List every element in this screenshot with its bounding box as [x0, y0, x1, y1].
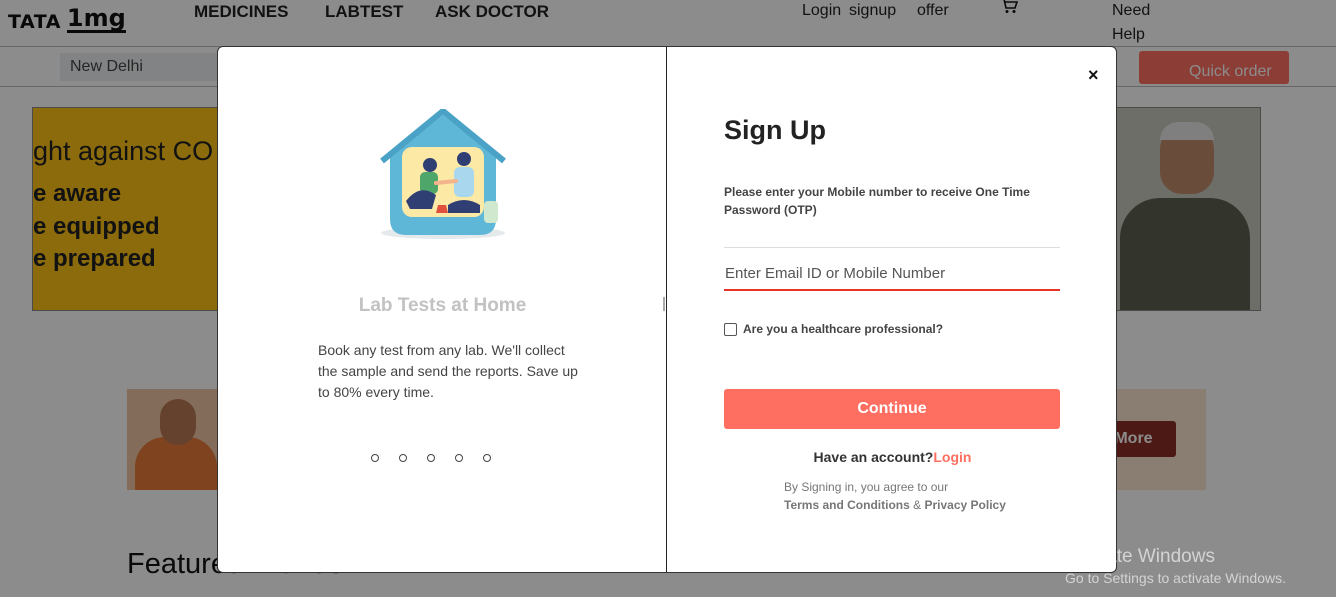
carousel-slide-title: Lab Tests at Home [358, 295, 527, 316]
modal-divider [666, 47, 667, 572]
carousel-dot-2[interactable] [399, 454, 407, 462]
login-link-modal[interactable]: Login [933, 449, 971, 465]
carousel-dot-3[interactable] [427, 454, 435, 462]
have-account-text: Have an account? [813, 449, 934, 465]
close-icon[interactable]: × [1088, 65, 1099, 86]
carousel-slide-description: Book any test from any lab. We'll collec… [318, 342, 578, 400]
lab-test-home-illustration [380, 109, 506, 239]
terms-row: Terms and Conditions & Privacy Policy [784, 498, 1006, 512]
next-slide-edge [663, 297, 665, 311]
carousel-dots [371, 454, 491, 462]
otp-instruction: Please enter your Mobile number to recei… [724, 185, 1030, 217]
input-top-rule [724, 247, 1060, 248]
carousel-dot-5[interactable] [483, 454, 491, 462]
signup-title: Sign Up [724, 115, 826, 145]
healthcare-professional-option[interactable]: Are you a healthcare professional? [724, 322, 943, 336]
privacy-policy-link[interactable]: Privacy Policy [925, 498, 1006, 512]
watermark-line2: Go to Settings to activate Windows. [1065, 570, 1286, 586]
watermark-line1: Activate Windows [1065, 546, 1215, 567]
signup-modal: Lab Tests at Home Book any test from any… [217, 46, 1117, 573]
have-account-row: Have an account?Login [667, 449, 1118, 465]
terms-prefix: By Signing in, you agree to our [784, 480, 949, 494]
terms-ampersand: & [913, 498, 922, 512]
terms-and-conditions-link[interactable]: Terms and Conditions [784, 498, 910, 512]
carousel-dot-1[interactable] [371, 454, 379, 462]
healthcare-professional-label: Are you a healthcare professional? [743, 322, 944, 336]
continue-button[interactable]: Continue [724, 389, 1060, 429]
email-or-mobile-input[interactable] [724, 257, 1060, 291]
carousel-dot-4[interactable] [455, 454, 463, 462]
healthcare-professional-checkbox[interactable] [724, 322, 737, 336]
activate-windows-watermark: Activate Windows Go to Settings to activ… [1065, 546, 1286, 586]
